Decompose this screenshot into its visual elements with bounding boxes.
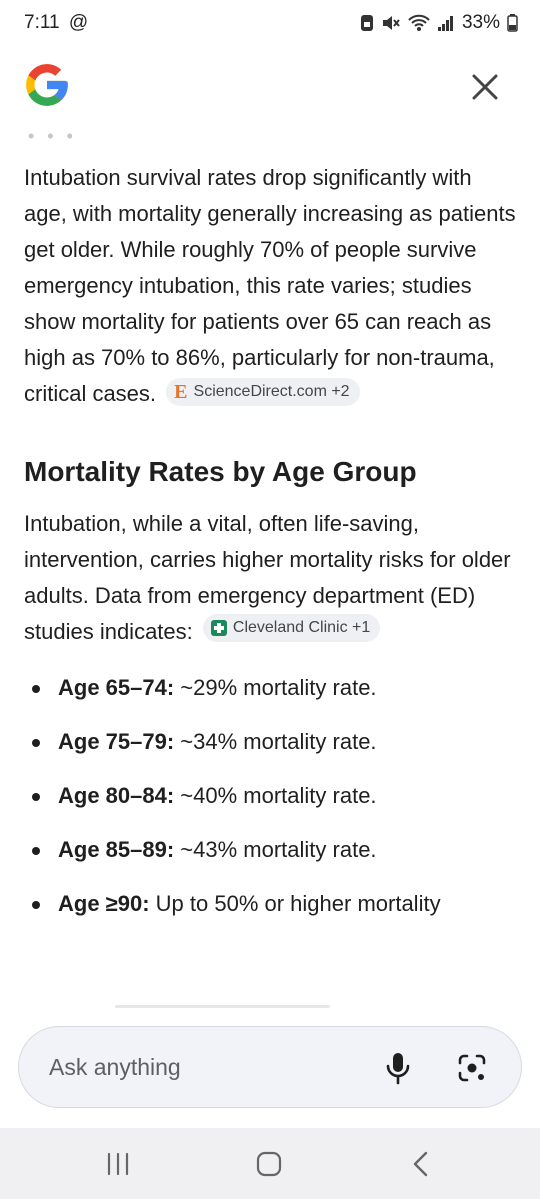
sciencedirect-source-chip[interactable]: E ScienceDirect.com +2 [166, 378, 360, 406]
save-icon [360, 15, 373, 31]
list-item-label: Age 80–84: [58, 783, 175, 808]
cleveland-clinic-source-chip[interactable]: Cleveland Clinic +1 [202, 614, 381, 642]
app-header [0, 52, 540, 124]
status-icons: 33% [360, 12, 518, 34]
google-g-logo[interactable] [22, 60, 72, 110]
list-item: Age 80–84: ~40% mortality rate. [24, 778, 516, 814]
source-chip-label: Cleveland Clinic +1 [232, 619, 371, 636]
battery-percent: 33% [461, 12, 500, 33]
list-item: Age 65–74: ~29% mortality rate. [24, 670, 516, 706]
home-icon[interactable] [255, 1150, 283, 1178]
source-chip-label: ScienceDirect.com +2 [193, 383, 350, 400]
microphone-icon[interactable] [383, 1051, 413, 1085]
lens-camera-icon[interactable] [457, 1053, 487, 1083]
faded-content-edge: • • • [28, 126, 77, 146]
back-icon[interactable] [410, 1150, 430, 1178]
close-icon[interactable] [468, 70, 502, 104]
signal-icon [437, 16, 453, 31]
list-item-text: ~43% mortality rate. [174, 837, 377, 862]
list-item: Age 75–79: ~34% mortality rate. [24, 724, 516, 760]
list-item-label: Age ≥90: [58, 891, 150, 916]
section-paragraph: Intubation, while a vital, often life-sa… [24, 506, 516, 650]
scroll-fade [0, 990, 540, 1026]
list-item-label: Age 85–89: [58, 837, 175, 862]
status-bar: 7:11 @ 33% [0, 0, 540, 52]
sciencedirect-icon: E [174, 381, 188, 403]
intro-text: Intubation survival rates drop significa… [24, 165, 516, 406]
ask-input-placeholder[interactable]: Ask anything [49, 1054, 181, 1081]
ask-input-bar[interactable]: Ask anything [18, 1026, 522, 1108]
status-time: 7:11 [24, 12, 60, 33]
age-mortality-list: Age 65–74: ~29% mortality rate. Age 75–7… [24, 670, 516, 922]
list-item-label: Age 65–74: [58, 675, 175, 700]
at-icon: @ [68, 12, 89, 33]
mute-icon [382, 16, 400, 30]
list-item-label: Age 75–79: [58, 729, 175, 754]
list-item-text: ~34% mortality rate. [174, 729, 377, 754]
list-item: Age ≥90: Up to 50% or higher mortality [24, 886, 516, 922]
battery-icon [507, 14, 518, 32]
list-item: Age 85–89: ~43% mortality rate. [24, 832, 516, 868]
list-item-text: ~29% mortality rate. [174, 675, 377, 700]
list-item-text: Up to 50% or higher mortality [149, 891, 441, 916]
recents-icon[interactable] [104, 1152, 132, 1176]
wifi-icon [408, 14, 430, 31]
faded-chip-edge [115, 1005, 330, 1008]
intro-paragraph: Intubation survival rates drop significa… [24, 160, 516, 412]
system-nav-bar [0, 1128, 540, 1199]
list-item-text: ~40% mortality rate. [174, 783, 377, 808]
section-heading: Mortality Rates by Age Group [24, 456, 417, 487]
cleveland-clinic-icon [210, 620, 227, 636]
answer-content: Intubation survival rates drop significa… [24, 160, 516, 940]
